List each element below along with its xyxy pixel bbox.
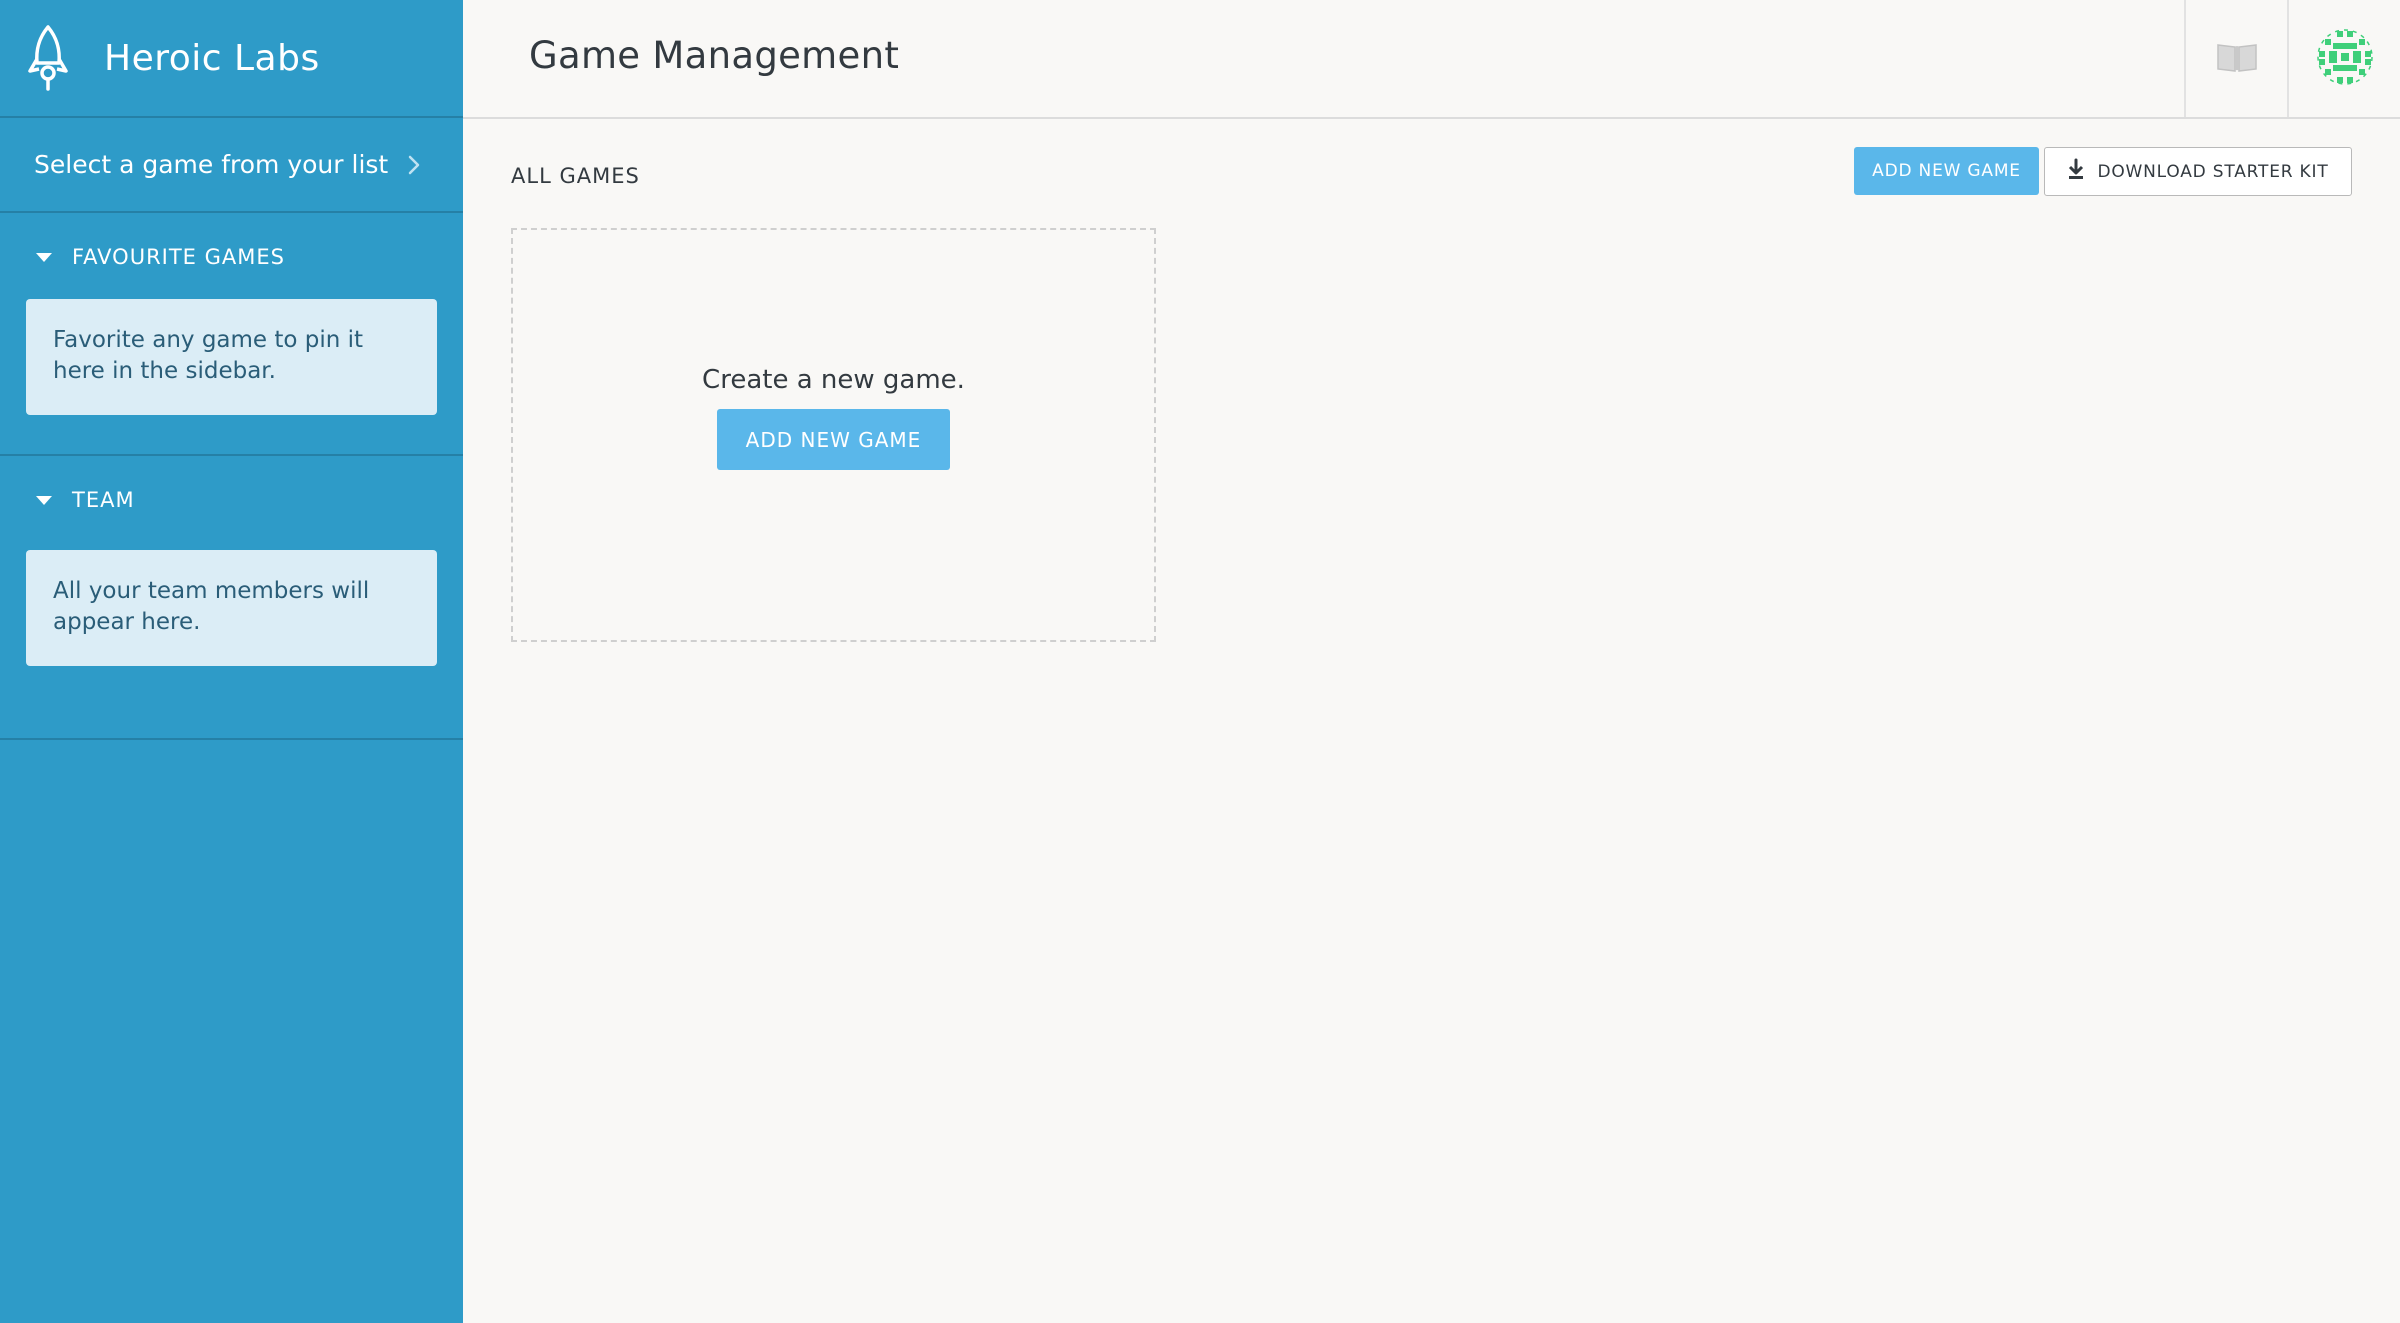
favourite-games-title: FAVOURITE GAMES — [72, 245, 285, 269]
team-section: TEAM All your team members will appear h… — [0, 456, 463, 740]
main-content: ALL GAMES ADD NEW GAME DOWNLOAD STARTER … — [463, 119, 2400, 1323]
team-toggle[interactable]: TEAM — [0, 488, 463, 512]
add-new-game-button[interactable]: ADD NEW GAME — [1854, 147, 2039, 195]
empty-games-card: Create a new game. ADD NEW GAME — [511, 228, 1156, 642]
brand-name: Heroic Labs — [104, 37, 320, 79]
download-icon — [2067, 158, 2085, 185]
favourite-games-note: Favorite any game to pin it here in the … — [26, 299, 437, 415]
favourite-games-toggle[interactable]: FAVOURITE GAMES — [0, 245, 463, 269]
team-title: TEAM — [72, 488, 135, 512]
avatar-button[interactable] — [2287, 0, 2400, 117]
game-selector[interactable]: Select a game from your list — [0, 118, 463, 213]
avatar-icon — [2315, 27, 2375, 91]
caret-down-icon — [36, 495, 52, 505]
game-selector-label: Select a game from your list — [34, 150, 389, 179]
empty-state-message: Create a new game. — [702, 365, 965, 395]
sidebar: Heroic Labs Select a game from your list… — [0, 0, 463, 1323]
book-icon — [2216, 41, 2258, 77]
download-starter-kit-label: DOWNLOAD STARTER KIT — [2097, 161, 2329, 182]
page-title: Game Management — [529, 34, 900, 77]
download-starter-kit-button[interactable]: DOWNLOAD STARTER KIT — [2044, 147, 2352, 196]
all-games-title: ALL GAMES — [511, 164, 640, 188]
chevron-right-icon — [407, 152, 423, 178]
app-root: Heroic Labs Select a game from your list… — [0, 0, 2400, 1323]
top-header: Game Management — [463, 0, 2400, 119]
brand[interactable]: Heroic Labs — [0, 0, 463, 118]
favourite-games-section: FAVOURITE GAMES Favorite any game to pin… — [0, 213, 463, 456]
rocket-icon — [24, 22, 72, 94]
team-note: All your team members will appear here. — [26, 550, 437, 666]
docs-button[interactable] — [2184, 0, 2287, 117]
caret-down-icon — [36, 252, 52, 262]
create-game-button[interactable]: ADD NEW GAME — [717, 409, 950, 470]
